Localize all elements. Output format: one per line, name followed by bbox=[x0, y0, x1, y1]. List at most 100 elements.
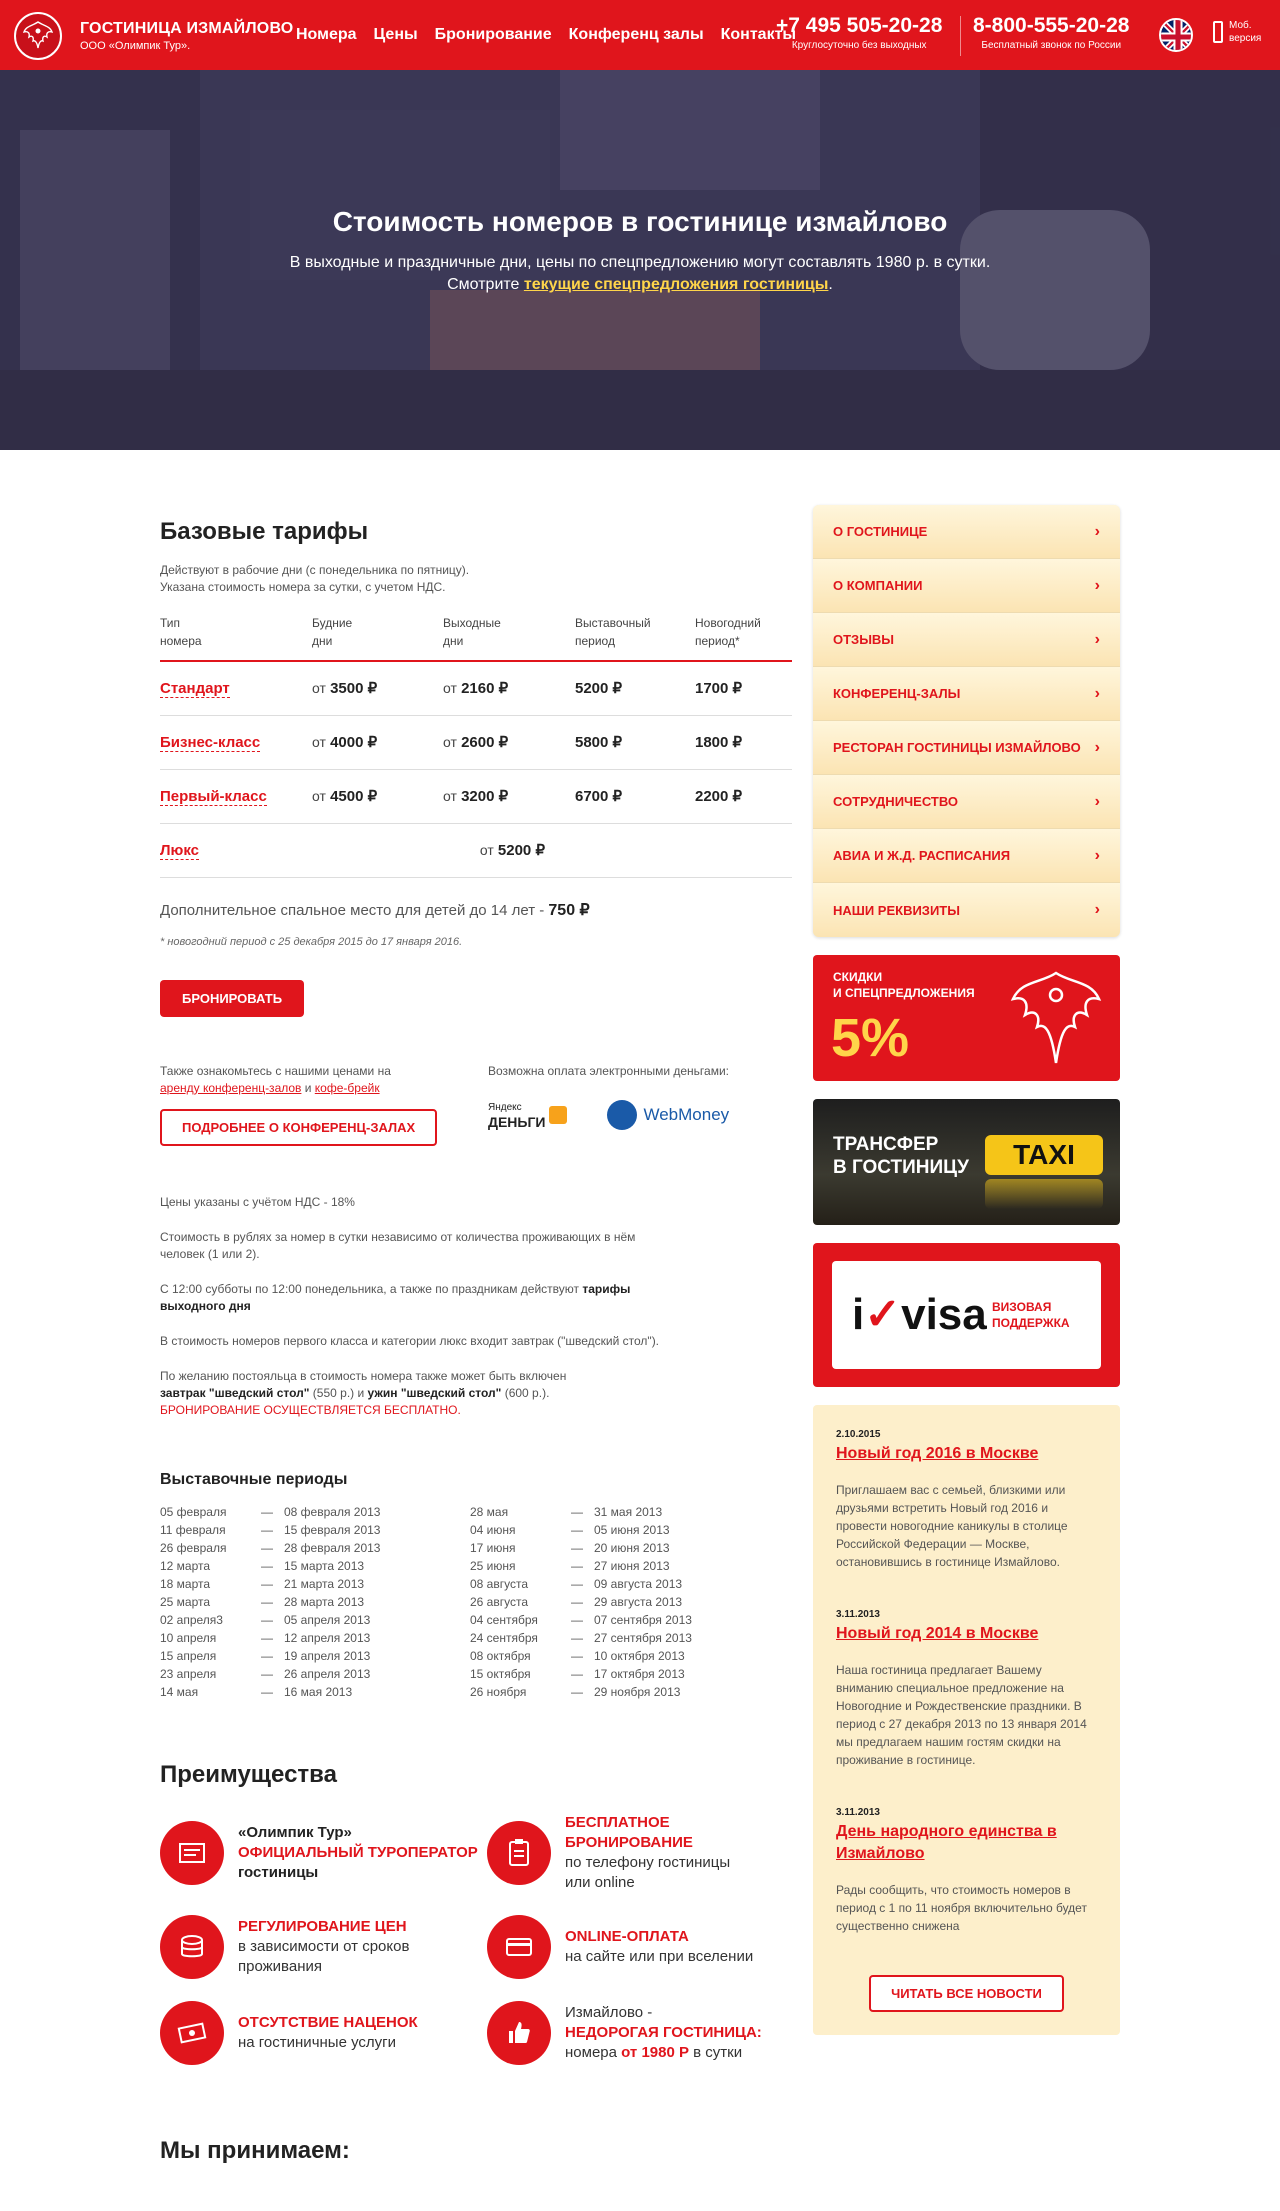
chevron-right-icon: › bbox=[1094, 792, 1100, 810]
period-row: 08 августа —09 августа 2013 bbox=[470, 1576, 683, 1591]
period-row: 26 августа —29 августа 2013 bbox=[470, 1594, 683, 1609]
phone-number: +7 495 505-20-28 bbox=[776, 14, 943, 37]
room-link-lux[interactable]: Люкс bbox=[160, 841, 199, 860]
hero-banner: Стоимость номеров в гостинице измайлово … bbox=[0, 70, 1280, 450]
period-row: 24 сентября —27 сентября 2013 bbox=[470, 1630, 692, 1645]
yandex-money-logo: Яндекс ДЕНЬГИ bbox=[488, 1101, 568, 1129]
thumbs-up-icon bbox=[487, 2000, 551, 2065]
mobile-version-link[interactable]: Моб. версия bbox=[1213, 19, 1261, 45]
advantage-item: бесплатное бронирование по телефону гости… bbox=[487, 1813, 787, 1893]
nav-prices[interactable]: Цены bbox=[374, 26, 418, 44]
sidebar-item-conference[interactable]: Конференц-залы › bbox=[813, 667, 1120, 721]
hero-line-2: Смотрите текущие спецпредложения гостини… bbox=[447, 276, 833, 293]
col-header: Выставочный период bbox=[575, 614, 695, 662]
site-header: ГОСТИНИЦА ИЗМАЙЛОВО ООО «Олимпик Тур». Н… bbox=[0, 0, 1280, 70]
table-row: Люкс от 5200 ₽ bbox=[160, 823, 792, 878]
mobile-version-label: Моб. версия bbox=[1229, 20, 1262, 44]
chevron-right-icon: › bbox=[1094, 901, 1100, 918]
phone-note: Круглосуточно без выходных bbox=[791, 40, 927, 51]
money-icon bbox=[160, 2000, 224, 2065]
col-header: Новогодний период* bbox=[695, 614, 792, 662]
discount-banner[interactable]: СКИДКИ И СПЕЦПРЕДЛОЖЕНИЯ 5% bbox=[813, 955, 1120, 1081]
period-row: 25 марта —28 марта 2013 bbox=[160, 1594, 365, 1609]
brand-sub: ООО «Олимпик Тур». bbox=[80, 40, 191, 52]
conference-more-button[interactable]: Подробнее о конференц-залах bbox=[160, 1108, 438, 1146]
clipboard-icon bbox=[487, 1820, 551, 1885]
ivisa-logo: i✓visa bbox=[852, 1290, 987, 1339]
news-title-link[interactable]: Новый год 2014 в Москве bbox=[836, 1623, 1097, 1645]
logo[interactable] bbox=[14, 12, 62, 60]
period-row: 26 февраля —28 февраля 2013 bbox=[160, 1540, 381, 1555]
hero-title: Стоимость номеров в гостинице измайлово bbox=[332, 206, 948, 237]
chevron-right-icon: › bbox=[1094, 576, 1100, 594]
coffee-break-link[interactable]: кофе-брейк bbox=[315, 1081, 380, 1095]
coins-icon bbox=[160, 1914, 224, 1979]
tarifs-table: Тип номера Будние дни Выходные дни Выставоч… bbox=[160, 614, 792, 878]
sidebar: О гостинице › О компании › Отзывы › Конфере… bbox=[813, 505, 1120, 2035]
chevron-right-icon: › bbox=[1094, 684, 1100, 702]
hero-line-1: В выходные и праздничные дни, цены по сп… bbox=[289, 254, 991, 271]
news-title-link[interactable]: Новый год 2016 в Москве bbox=[836, 1443, 1097, 1465]
sidebar-item-cooperation[interactable]: Сотрудничество › bbox=[813, 775, 1120, 829]
periods-column: 05 февраля —08 февраля 2013 11 февраля —15 … bbox=[160, 1503, 420, 1701]
period-row: 18 марта —21 марта 2013 bbox=[160, 1576, 365, 1591]
eagle-emblem-icon bbox=[1010, 971, 1102, 1064]
col-header: Будние дни bbox=[312, 614, 443, 662]
nav-booking[interactable]: Бронирование bbox=[435, 26, 552, 44]
room-link-standard[interactable]: Стандарт bbox=[160, 679, 230, 698]
brand[interactable]: ГОСТИНИЦА ИЗМАЙЛОВО ООО «Олимпик Тур». bbox=[80, 20, 293, 52]
certificate-icon bbox=[160, 1820, 224, 1885]
phone-icon bbox=[1213, 21, 1223, 43]
taxi-sign: TAXI bbox=[985, 1135, 1103, 1175]
conference-rent-link[interactable]: аренду конференц-залов bbox=[160, 1081, 301, 1095]
visa-support-banner[interactable]: i✓visa ВИЗОВАЯ ПОДДЕРЖКА bbox=[813, 1243, 1120, 1387]
room-link-business[interactable]: Бизнес-класс bbox=[160, 733, 261, 752]
news-item: 3.11.2013 День народного единства в Изма… bbox=[836, 1807, 1097, 1935]
advantages-title: Преимущества bbox=[160, 1760, 337, 1788]
sidebar-item-reviews[interactable]: Отзывы › bbox=[813, 613, 1120, 667]
taxi-transfer-banner[interactable]: ТРАНСФЕР В ГОСТИНИЦУ TAXI bbox=[813, 1099, 1120, 1225]
sidebar-item-about-hotel[interactable]: О гостинице › bbox=[813, 505, 1120, 559]
news-title-link[interactable]: День народного единства в Измайлово bbox=[836, 1821, 1097, 1865]
phone-free[interactable]: 8-800-555-20-28 Бесплатный звонок по Рос… bbox=[973, 14, 1129, 51]
newyear-note: * новогодний период с 25 декабря 2015 до… bbox=[160, 935, 463, 948]
nav-conference[interactable]: Конференц залы bbox=[569, 26, 704, 44]
period-row: 25 июня —27 июня 2013 bbox=[470, 1558, 670, 1573]
also-text: Также ознакомьтесь с нашими ценами на ар… bbox=[160, 1063, 391, 1095]
advantage-item: «Олимпик Тур» официальный туроператор гост… bbox=[160, 1813, 487, 1893]
period-row: 15 октября —17 октября 2013 bbox=[470, 1666, 685, 1681]
period-row: 02 апреля3—05 апреля 2013 bbox=[160, 1612, 371, 1627]
period-row: 26 ноября —29 ноября 2013 bbox=[470, 1684, 681, 1699]
phone-moscow[interactable]: +7 495 505-20-28 Круглосуточно без выход… bbox=[776, 14, 942, 51]
accept-title: Мы принимаем: bbox=[160, 2136, 350, 2164]
phone-note: Бесплатный звонок по России bbox=[981, 40, 1122, 51]
periods-column: 28 мая —31 мая 2013 04 июня —05 июня 2013 17… bbox=[470, 1503, 730, 1701]
special-offers-link[interactable]: текущие спецпредложения гостиницы bbox=[524, 276, 829, 293]
phone-divider bbox=[960, 16, 961, 56]
webmoney-logo: WebMoney bbox=[607, 1099, 729, 1130]
col-header: Выходные дни bbox=[443, 614, 575, 662]
sidebar-item-restaurant[interactable]: Ресторан гостиницы Измайлово › bbox=[813, 721, 1120, 775]
period-row: 17 июня —20 июня 2013 bbox=[470, 1540, 670, 1555]
all-news-button[interactable]: Читать все новости bbox=[869, 1975, 1064, 2012]
phone-number: 8-800-555-20-28 bbox=[973, 14, 1130, 37]
periods-title: Выставочные периоды bbox=[160, 1470, 348, 1488]
nav-rooms[interactable]: Номера bbox=[296, 26, 357, 44]
book-button[interactable]: Бронировать bbox=[160, 979, 305, 1017]
tarifs-desc: Действуют в рабочие дни (с понедельника … bbox=[160, 563, 470, 594]
sidebar-item-requisites[interactable]: Наши реквизиты › bbox=[813, 883, 1120, 937]
table-row: Бизнес-класс от 4000 ₽ от 2600 ₽ 5800 ₽ … bbox=[160, 715, 792, 770]
room-link-first[interactable]: Первый-класс bbox=[160, 787, 267, 806]
webmoney-globe-icon bbox=[607, 1099, 638, 1130]
expo-periods: Выставочные периоды 05 февраля —08 феврал… bbox=[160, 1471, 795, 1701]
advantage-item: регулирование цен в зависимости от сроков… bbox=[160, 1914, 487, 1979]
advantage-item: Измайлово - недорогая гостиница: номера от… bbox=[487, 2000, 787, 2065]
yandex-wallet-icon bbox=[549, 1105, 568, 1124]
period-row: 11 февраля —15 февраля 2013 bbox=[160, 1522, 381, 1537]
sidebar-item-schedules[interactable]: Авиа и Ж.Д. расписания › bbox=[813, 829, 1120, 883]
period-row: 15 апреля —19 апреля 2013 bbox=[160, 1648, 371, 1663]
period-row: 08 октября —10 октября 2013 bbox=[470, 1648, 685, 1663]
brand-name: ГОСТИНИЦА ИЗМАЙЛОВО bbox=[80, 20, 294, 37]
sidebar-item-about-company[interactable]: О компании › bbox=[813, 559, 1120, 613]
english-flag-icon[interactable] bbox=[1159, 18, 1193, 52]
